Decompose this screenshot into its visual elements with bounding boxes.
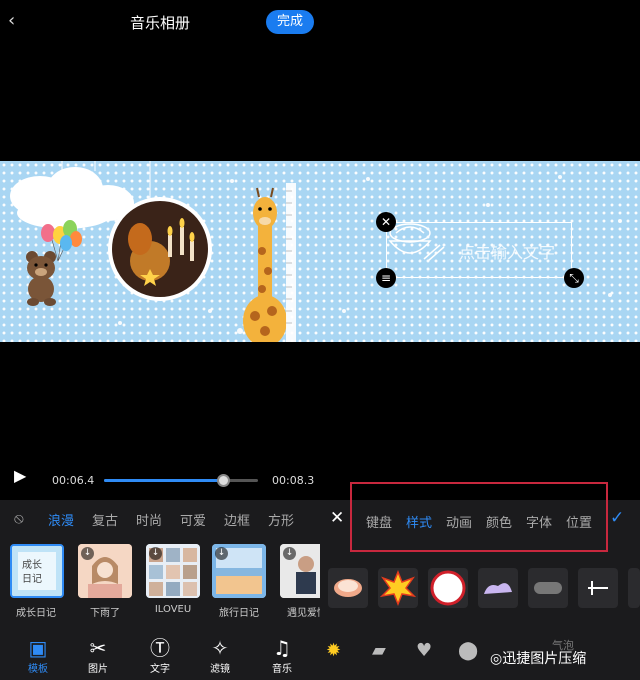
tool-label: 滤镜 (210, 664, 230, 675)
bear-decoration (26, 251, 56, 306)
template-thumbnail[interactable]: ↓ (212, 544, 266, 598)
template-thumbnail[interactable]: ↓ (146, 544, 200, 598)
playback-progress-fill (104, 479, 223, 482)
template-icon: ▣ (28, 636, 48, 660)
download-icon: ↓ (215, 547, 228, 560)
speech-bubble-icon[interactable]: ▰ (372, 640, 386, 661)
popcorn-style-icon (334, 579, 362, 597)
tool-image[interactable]: ✂ 图片 (78, 636, 118, 675)
text-box[interactable]: 点击输入文字 (386, 222, 572, 278)
height-ruler-decoration (286, 183, 296, 342)
tool-template[interactable]: ▣ 模板 (18, 636, 58, 675)
style-preset[interactable] (628, 568, 640, 608)
tool-music[interactable]: ♫ 音乐 (262, 636, 302, 675)
playback-scrubber-handle[interactable] (216, 474, 230, 487)
watermark-text: 迅捷图片压缩 (502, 651, 587, 667)
style-preset[interactable] (528, 568, 568, 608)
text-placeholder[interactable]: 点击输入文字 (459, 239, 555, 263)
text-editor-panel: 点击输入文字 ✕ ≡ ⤡ ✕ 键盘 样式 动画 颜色 字体 位置 ✓ ✹ ▰ ♥… (320, 0, 640, 680)
download-icon: ↓ (283, 547, 296, 560)
heart-icon[interactable]: ♥ (416, 640, 432, 661)
album-editor-panel: ‹ 音乐相册 完成 ▶ 00:06.4 00:08.3 ⦸ 浪漫 复古 时尚 可… (0, 0, 320, 680)
template-category-tabs: ⦸ 浪漫 复古 时尚 可爱 边框 方形 (0, 508, 320, 532)
template-label: 旅行日记 (219, 608, 259, 619)
template-thumbnail[interactable]: ↓ (78, 544, 132, 598)
download-icon: ↓ (149, 547, 162, 560)
category-tab[interactable]: 方形 (268, 510, 294, 529)
svg-text:日记: 日记 (22, 573, 42, 585)
template-label: 遇见爱情 (287, 608, 320, 619)
download-icon: ↓ (81, 547, 94, 560)
burst-category-icon[interactable]: ✹ (326, 640, 341, 661)
blur-style-icon (534, 582, 562, 594)
total-time: 00:08.3 (272, 474, 315, 487)
tool-filter[interactable]: ✧ 滤镜 (200, 636, 240, 675)
resize-text-handle[interactable]: ⤡ (564, 268, 584, 288)
scissors-icon: ✂ (89, 636, 107, 660)
style-preset[interactable] (578, 568, 618, 608)
category-tab[interactable]: 边框 (224, 510, 250, 529)
tool-text[interactable]: Ⓣ 文字 (140, 636, 180, 675)
style-preset[interactable] (378, 568, 418, 608)
template-thumbnail[interactable]: ↓ (280, 544, 320, 598)
category-tab[interactable]: 浪漫 (48, 510, 74, 529)
playback-progress-slider[interactable] (104, 474, 258, 487)
photo-frame (108, 197, 212, 301)
watermark: ◎迅捷图片压缩 (490, 651, 587, 667)
album-preview-canvas[interactable] (0, 161, 320, 342)
giraffe-decoration (243, 187, 287, 342)
growth-diary-thumb-art: 成长 日记 (12, 546, 62, 596)
category-tab[interactable]: 时尚 (136, 510, 162, 529)
style-preset[interactable] (428, 568, 468, 608)
circle-style-icon (430, 570, 466, 606)
tool-label: 模板 (28, 664, 48, 675)
svg-text:成长: 成长 (22, 559, 42, 571)
delete-text-handle[interactable]: ✕ (376, 212, 396, 232)
confirm-button[interactable]: ✓ (610, 508, 624, 528)
play-button[interactable]: ▶ (14, 466, 26, 485)
template-label: 下雨了 (90, 608, 120, 619)
template-thumbnail[interactable]: 成长 日记 (10, 544, 64, 598)
filter-icon: ✧ (211, 636, 229, 660)
style-preset[interactable] (478, 568, 518, 608)
no-template-icon[interactable]: ⦸ (14, 509, 24, 527)
done-button[interactable]: 完成 (266, 10, 314, 34)
cloud-style-icon (484, 583, 512, 594)
text-preview-canvas[interactable]: 点击输入文字 ✕ ≡ ⤡ (320, 161, 640, 342)
template-list: 成长 日记 成长日记 ↓ 下雨了 ↓ ILOVEU ↓ 旅行日记 ↓ 遇见爱 (8, 544, 320, 619)
tabs-highlight-annotation (350, 482, 608, 552)
cloud-decoration (10, 167, 134, 229)
template-label: 成长日记 (16, 608, 56, 619)
style-preset[interactable] (328, 568, 368, 608)
tool-label: 音乐 (272, 664, 292, 675)
album-template-artwork (10, 161, 296, 342)
tool-label: 图片 (88, 664, 108, 675)
category-tab[interactable]: 复古 (92, 510, 118, 529)
style-category-icons: ✹ ▰ ♥ ⬤ (320, 640, 640, 670)
current-time: 00:06.4 (52, 474, 95, 487)
align-text-handle[interactable]: ≡ (376, 268, 396, 288)
text-icon: Ⓣ (150, 636, 170, 660)
text-style-presets (328, 568, 640, 608)
template-label: ILOVEU (154, 604, 192, 615)
music-icon: ♫ (273, 636, 291, 660)
bracket-style-icon (588, 581, 608, 595)
burst-style-icon (379, 569, 417, 607)
tool-label: 文字 (150, 664, 170, 675)
location-pin-icon[interactable]: ⬤ (458, 640, 478, 661)
category-tab[interactable]: 可爱 (180, 510, 206, 529)
close-editor-button[interactable]: ✕ (330, 508, 344, 528)
